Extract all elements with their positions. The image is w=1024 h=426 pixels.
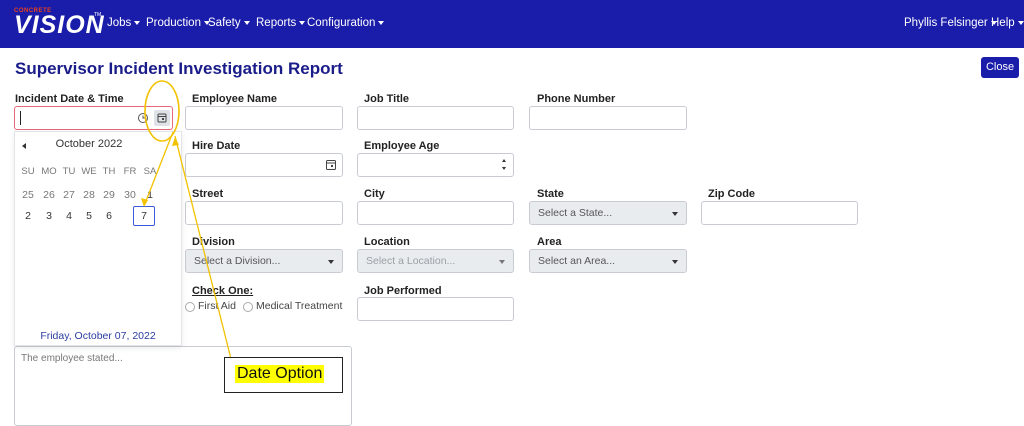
location-select[interactable]: Select a Location... — [357, 249, 514, 273]
stepper-up-icon[interactable] — [502, 159, 506, 162]
state-select[interactable]: Select a State... — [529, 201, 687, 225]
hire-date-label: Hire Date — [192, 140, 241, 152]
zip-code-label: Zip Code — [708, 188, 756, 200]
clock-icon[interactable] — [134, 109, 152, 127]
calendar-day[interactable]: 29 — [100, 189, 118, 201]
weekday-header: WE — [81, 166, 97, 177]
previous-month-icon[interactable] — [22, 143, 26, 149]
chevron-down-icon — [672, 260, 678, 264]
phone-number-label: Phone Number — [537, 93, 616, 105]
medical-treatment-label[interactable]: Medical Treatment — [256, 300, 342, 312]
area-label: Area — [537, 236, 562, 248]
chevron-down-icon — [499, 260, 505, 264]
calendar-icon[interactable] — [324, 158, 338, 172]
zip-code-input[interactable] — [701, 201, 858, 225]
calendar-month-label[interactable]: October 2022 — [44, 138, 134, 150]
employee-name-input[interactable] — [185, 106, 343, 130]
callout-text: Date Option — [235, 365, 325, 383]
text-cursor — [20, 111, 21, 125]
date-option-callout: Date Option — [224, 357, 343, 393]
calendar-day[interactable]: 2 — [19, 210, 37, 222]
calendar-day[interactable]: 30 — [121, 189, 139, 201]
statement-placeholder: The employee stated... — [21, 353, 123, 364]
street-input[interactable] — [185, 201, 343, 225]
incident-date-input[interactable] — [14, 106, 173, 130]
page-title: Supervisor Incident Investigation Report — [15, 59, 343, 78]
chevron-down-icon — [328, 260, 334, 264]
nav-safety[interactable]: Safety — [208, 17, 250, 29]
city-input[interactable] — [357, 201, 514, 225]
calendar-day[interactable]: 4 — [60, 210, 78, 222]
employee-age-stepper[interactable] — [357, 153, 514, 177]
incident-date-label: Incident Date & Time — [15, 93, 124, 105]
division-select[interactable]: Select a Division... — [185, 249, 343, 273]
calendar-day-selected[interactable]: 7 — [133, 206, 155, 226]
job-performed-label: Job Performed — [364, 285, 442, 297]
job-performed-input[interactable] — [357, 297, 514, 321]
weekday-header: TH — [102, 166, 116, 177]
calendar-day[interactable]: 1 — [141, 189, 159, 201]
weekday-header: SU — [21, 166, 35, 177]
datepicker-popup — [14, 131, 182, 346]
job-title-input[interactable] — [357, 106, 514, 130]
weekday-header: TU — [62, 166, 76, 177]
top-navbar: CONCRETE VISION TM Jobs Production Safet… — [0, 0, 1024, 48]
location-label: Location — [364, 236, 410, 248]
phone-number-input[interactable] — [529, 106, 687, 130]
job-title-label: Job Title — [364, 93, 410, 105]
weekday-header: MO — [41, 166, 57, 177]
employee-age-label: Employee Age — [364, 140, 440, 152]
weekday-header: FR — [123, 166, 137, 177]
hire-date-input[interactable] — [185, 153, 343, 177]
nav-configuration[interactable]: Configuration — [307, 17, 385, 29]
area-select[interactable]: Select an Area... — [529, 249, 687, 273]
calendar-day[interactable]: 25 — [19, 189, 37, 201]
chevron-down-icon — [1017, 20, 1024, 25]
calendar-day[interactable]: 5 — [80, 210, 98, 222]
nav-production[interactable]: Production — [146, 17, 210, 29]
division-label: Division — [192, 236, 235, 248]
street-label: Street — [192, 188, 224, 200]
calendar-day[interactable]: 6 — [100, 210, 118, 222]
stepper-down-icon[interactable] — [502, 167, 506, 170]
calendar-day[interactable]: 28 — [80, 189, 98, 201]
calendar-day[interactable]: 3 — [40, 210, 58, 222]
nav-user-menu[interactable]: Phyllis Felsinger — [904, 17, 997, 29]
concrete-vision-logo[interactable]: CONCRETE VISION TM — [14, 8, 104, 39]
employee-name-label: Employee Name — [192, 93, 277, 105]
check-one-label: Check One: — [192, 285, 254, 297]
chevron-down-icon — [243, 20, 250, 25]
close-button[interactable]: Close — [981, 57, 1019, 78]
nav-reports[interactable]: Reports — [256, 17, 306, 29]
calendar-day[interactable]: 27 — [60, 189, 78, 201]
calendar-day[interactable]: 26 — [40, 189, 58, 201]
medical-treatment-radio[interactable] — [243, 302, 253, 312]
nav-jobs[interactable]: Jobs — [107, 17, 141, 29]
chevron-down-icon — [299, 20, 306, 25]
chevron-down-icon — [672, 212, 678, 216]
calendar-icon[interactable] — [153, 109, 171, 127]
logo-tm: TM — [94, 12, 102, 18]
nav-help[interactable]: Help — [991, 17, 1024, 29]
city-label: City — [364, 188, 385, 200]
chevron-down-icon — [134, 20, 141, 25]
weekday-header: SA — [143, 166, 157, 177]
logo-vision-text: VISION — [14, 11, 105, 39]
first-aid-label[interactable]: First Aid — [198, 300, 236, 312]
calendar-selected-date[interactable]: Friday, October 07, 2022 — [14, 330, 182, 342]
state-label: State — [537, 188, 564, 200]
first-aid-radio[interactable] — [185, 302, 195, 312]
chevron-down-icon — [378, 20, 385, 25]
